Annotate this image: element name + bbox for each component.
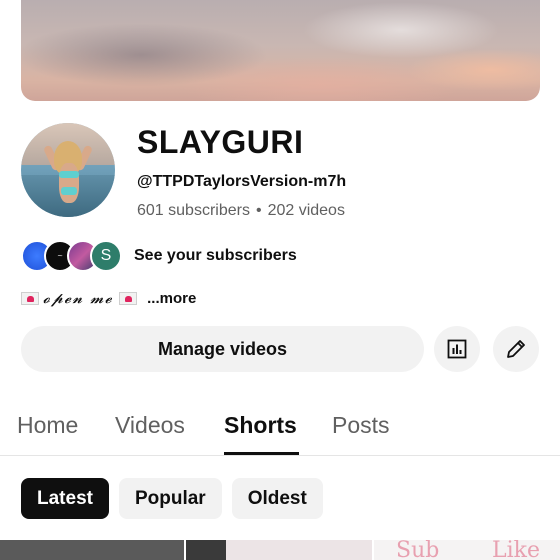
thumbnail-text: Sub [396,540,440,560]
analytics-button[interactable] [434,326,480,372]
chip-popular[interactable]: Popular [118,478,222,519]
pencil-icon [507,340,525,358]
chip-latest[interactable]: Latest [21,478,109,519]
sort-chips: Latest Popular Oldest [21,478,323,519]
edit-channel-button[interactable] [493,326,539,372]
short-thumbnail[interactable] [186,540,372,560]
channel-bio[interactable]: 𝓸𝓹𝓮𝓷 𝓶𝓮 ...more [21,289,196,307]
shorts-grid: Sub Like [0,540,560,560]
channel-stats: 601 subscribers • 202 videos [137,202,345,220]
subscriber-count: 601 subscribers [137,202,250,219]
tab-home[interactable]: Home [17,412,78,439]
tab-videos[interactable]: Videos [115,412,185,439]
thumbnail-text: Like [492,540,540,560]
channel-banner [21,0,540,101]
stats-separator: • [255,202,262,219]
bar-chart-icon [447,339,467,359]
bio-more-link[interactable]: ...more [147,290,196,307]
chip-oldest[interactable]: Oldest [231,478,323,519]
see-subscribers-label: See your subscribers [134,247,297,264]
channel-name: SLAYGURI [137,124,304,160]
channel-handle: @TTPDTaylorsVersion-m7h [137,173,347,190]
channel-avatar[interactable] [21,123,115,217]
active-tab-indicator [224,452,299,455]
see-subscribers-row[interactable]: ~ S See your subscribers [21,239,297,273]
bio-text: 𝓸𝓹𝓮𝓷 𝓶𝓮 [43,289,114,307]
tab-posts[interactable]: Posts [332,412,390,439]
tab-shorts[interactable]: Shorts [224,412,297,439]
short-thumbnail[interactable] [0,540,184,560]
manage-videos-button[interactable]: Manage videos [21,326,424,372]
subscriber-avatar: S [90,240,122,272]
love-letter-icon [21,291,39,305]
channel-tabs: Home Videos Shorts Posts [0,398,560,456]
short-thumbnail[interactable]: Sub Like [374,540,560,560]
video-count: 202 videos [267,202,345,219]
love-letter-icon [119,291,138,305]
